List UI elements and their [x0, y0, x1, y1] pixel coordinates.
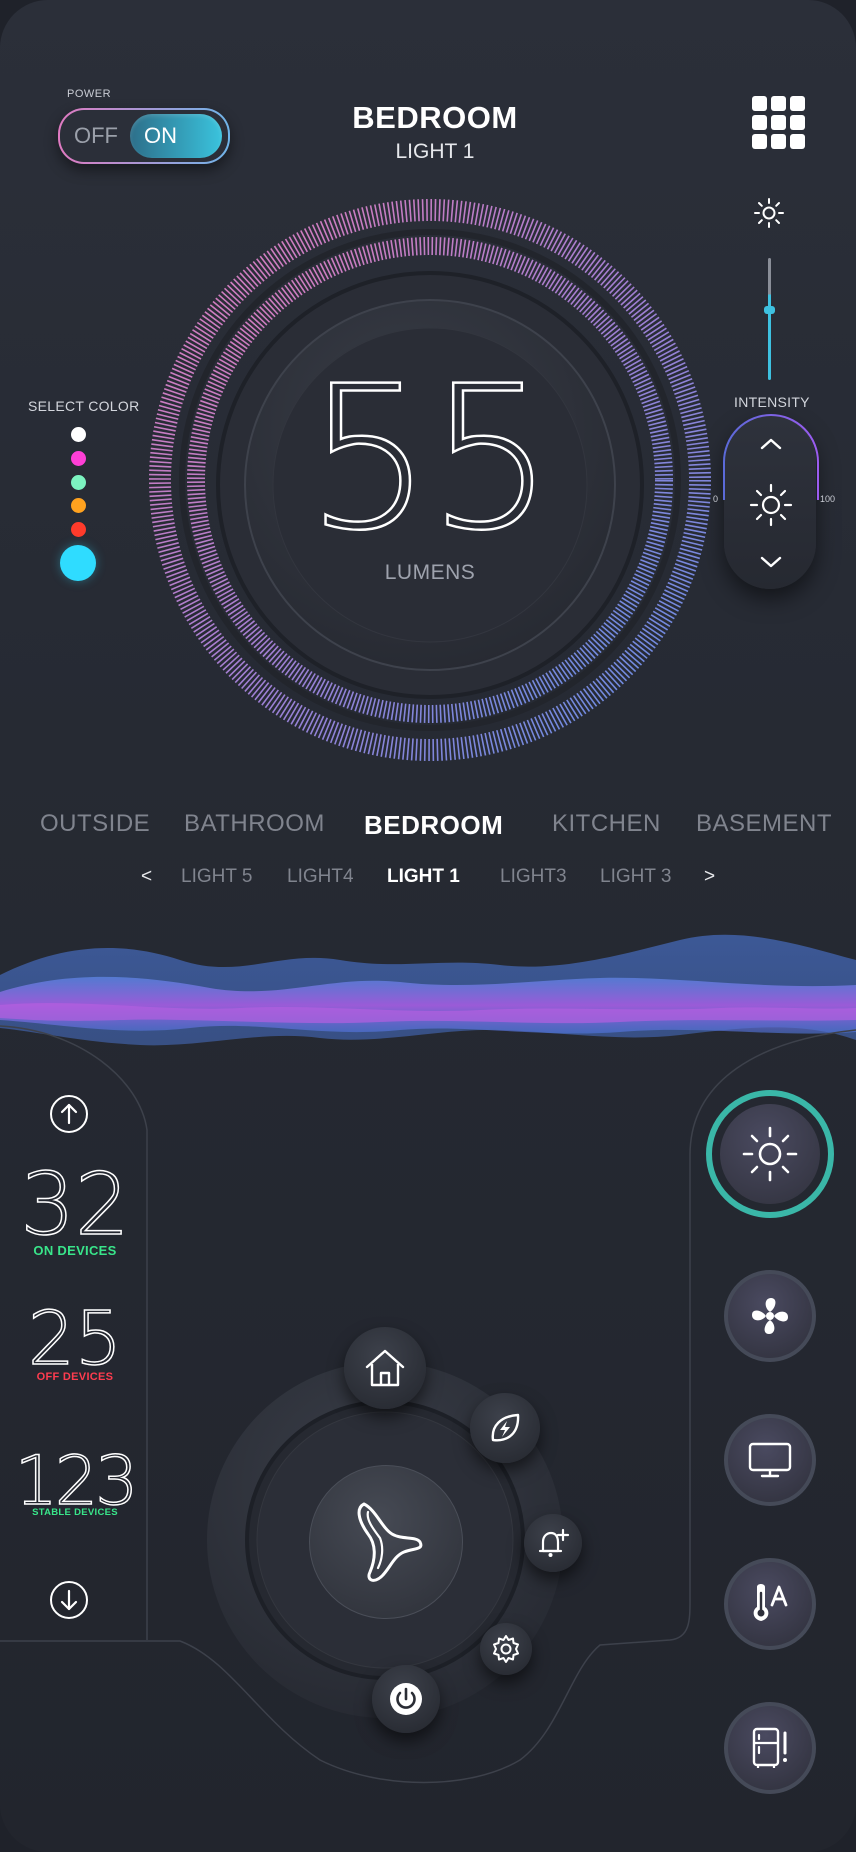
stable-devices-count: 123: [14, 1442, 139, 1521]
device-tv-button[interactable]: [724, 1414, 816, 1506]
power-label: POWER: [67, 88, 112, 100]
tab-light-3a[interactable]: LIGHT3: [500, 866, 567, 888]
energy-saver-button[interactable]: [470, 1393, 540, 1463]
device-light-button[interactable]: [706, 1090, 834, 1218]
off-devices-label: OFF DEVICES: [36, 1371, 114, 1383]
lumens-value: 55: [305, 343, 555, 574]
room-tabs: OUTSIDE BATHROOM BEDROOM KITCHEN BASEMEN…: [0, 810, 856, 850]
tab-light-3b[interactable]: LIGHT 3: [600, 866, 671, 888]
bell-plus-icon: [538, 1528, 570, 1557]
fridge-icon: [752, 1727, 787, 1768]
tab-light-5[interactable]: LIGHT 5: [181, 866, 252, 888]
light-prev-button[interactable]: <: [141, 866, 152, 888]
gear-icon: [493, 1635, 519, 1663]
light-button-face: [720, 1104, 820, 1204]
scroll-up-icon[interactable]: [48, 1093, 90, 1135]
tab-kitchen[interactable]: KITCHEN: [552, 810, 661, 838]
device-fan-button[interactable]: [724, 1270, 816, 1362]
tab-light-1[interactable]: LIGHT 1: [387, 866, 460, 888]
tab-light-4[interactable]: LIGHT4: [287, 866, 354, 888]
grid-menu-icon[interactable]: [752, 96, 805, 149]
power-toggle[interactable]: OFF ON: [58, 108, 230, 164]
toggle-off-label: OFF: [74, 123, 118, 148]
thermostat-icon: [753, 1584, 788, 1621]
hub-center-button[interactable]: [309, 1465, 463, 1619]
page-subtitle: LIGHT 1: [395, 140, 475, 163]
device-fridge-button[interactable]: [724, 1702, 816, 1794]
brightness-slider-handle[interactable]: [764, 306, 775, 314]
power-icon: [390, 1683, 422, 1715]
page-title: BEDROOM: [352, 100, 518, 135]
energy-leaf-icon: [491, 1413, 520, 1442]
light-next-button[interactable]: >: [704, 866, 715, 888]
power-button[interactable]: [372, 1665, 440, 1733]
tab-basement[interactable]: BASEMENT: [696, 810, 832, 838]
toggle-on-label: ON: [144, 123, 177, 148]
settings-button[interactable]: [480, 1623, 532, 1675]
add-alarm-button[interactable]: [524, 1514, 582, 1572]
lumens-label: LUMENS: [384, 561, 476, 584]
on-devices-label: ON DEVICES: [33, 1243, 117, 1258]
home-icon: [365, 1349, 405, 1387]
light-icon: [742, 1126, 798, 1182]
home-button[interactable]: [344, 1327, 426, 1409]
tab-bathroom[interactable]: BATHROOM: [184, 810, 325, 838]
stable-devices-label: STABLE DEVICES: [32, 1507, 118, 1518]
light-tabs: < LIGHT 5 LIGHT4 LIGHT 1 LIGHT3 LIGHT 3 …: [0, 866, 856, 896]
device-thermostat-button[interactable]: [724, 1558, 816, 1650]
brightness-sun-icon: [754, 198, 784, 228]
off-devices-count: 25: [27, 1296, 123, 1382]
phone-frame: POWER OFF ON BEDROOM LIGHT 1 SELECT COLO…: [0, 0, 856, 1852]
fan-icon: [752, 1298, 788, 1334]
brand-logo-icon: [357, 1502, 423, 1582]
tab-outside[interactable]: OUTSIDE: [40, 810, 150, 838]
tab-bedroom[interactable]: BEDROOM: [364, 810, 503, 841]
tv-icon: [748, 1442, 792, 1478]
scroll-down-icon[interactable]: [48, 1579, 90, 1621]
on-devices-count: 32: [20, 1155, 131, 1255]
